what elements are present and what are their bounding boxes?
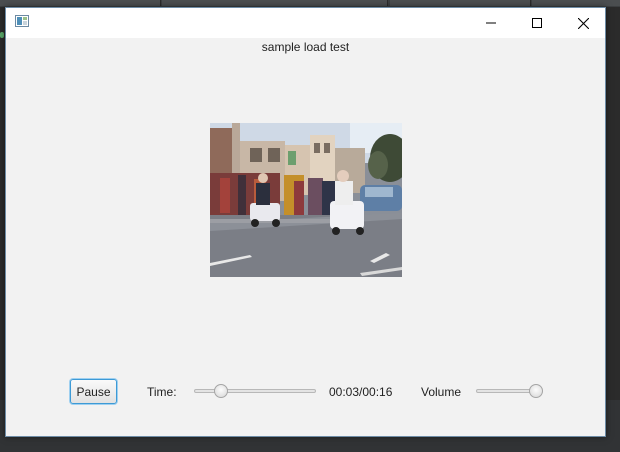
title-bar[interactable] xyxy=(6,8,605,38)
background-tab xyxy=(162,0,388,6)
background-indicator xyxy=(0,32,4,38)
background-tab xyxy=(532,0,620,6)
maximize-icon xyxy=(532,18,542,28)
volume-slider[interactable] xyxy=(476,382,543,400)
time-slider-thumb[interactable] xyxy=(214,384,229,398)
time-slider-track xyxy=(194,389,316,393)
background-tab xyxy=(0,0,161,6)
app-icon xyxy=(15,15,29,27)
maximize-button[interactable] xyxy=(514,8,560,38)
time-slider[interactable] xyxy=(194,382,316,400)
volume-slider-thumb[interactable] xyxy=(529,384,543,398)
background-tab xyxy=(390,0,531,6)
close-icon xyxy=(577,17,589,29)
minimize-icon xyxy=(486,22,496,24)
minimize-button[interactable] xyxy=(468,8,514,38)
close-button[interactable] xyxy=(560,8,606,38)
time-readout: 00:03/00:16 xyxy=(329,385,393,399)
pause-button[interactable]: Pause xyxy=(70,379,117,404)
video-frame[interactable] xyxy=(210,123,402,277)
player-title: sample load test xyxy=(261,40,350,54)
time-label: Time: xyxy=(147,385,177,399)
playback-controls: Pause Time: 00:03/00:16 Volume xyxy=(6,378,605,408)
volume-label: Volume xyxy=(421,385,462,399)
app-window: sample load test Pause Time: 00:03/00:16… xyxy=(5,7,606,437)
